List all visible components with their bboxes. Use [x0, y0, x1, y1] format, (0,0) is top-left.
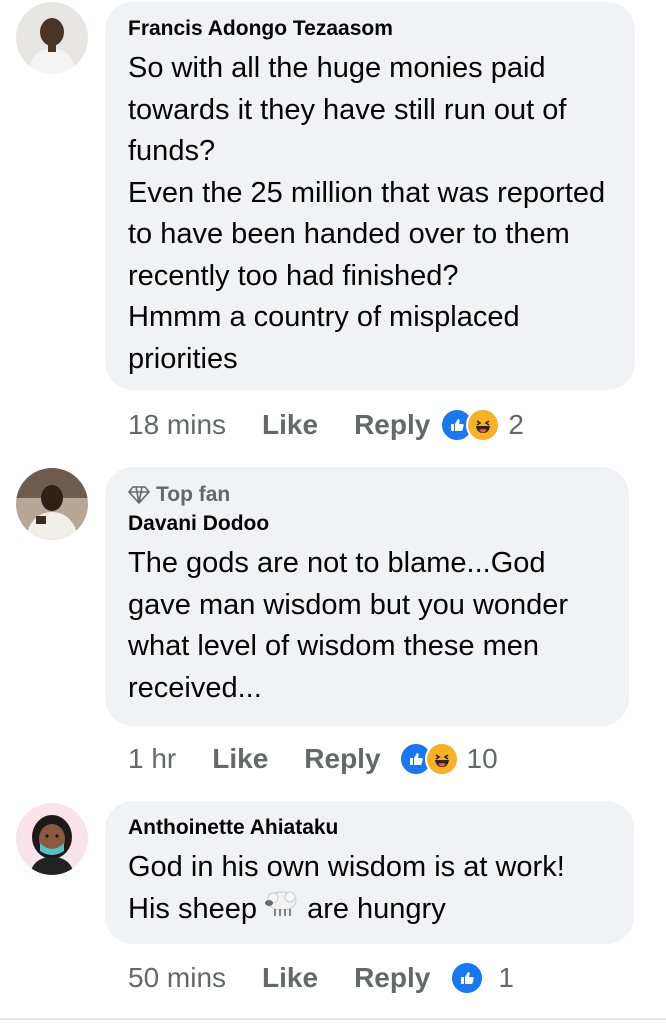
comment-text: The gods are not to blame...God gave man…: [128, 547, 569, 704]
avatar-photo-icon: [16, 2, 88, 74]
reply-button[interactable]: Reply: [304, 743, 380, 775]
avatar[interactable]: [16, 2, 88, 74]
like-icon: [450, 961, 485, 995]
like-button[interactable]: Like: [262, 409, 318, 441]
avatar[interactable]: [16, 468, 88, 540]
reaction-count: 2: [508, 409, 524, 440]
reaction-summary[interactable]: [440, 408, 501, 442]
comment-bubble: Top fan Davani Dodoo The gods are not to…: [105, 467, 629, 726]
comment-text: God in his own wisdom is at work! His sh…: [128, 847, 614, 931]
reaction-summary[interactable]: [398, 742, 459, 776]
comment-text-part: are hungry: [299, 892, 446, 925]
top-fan-label: Top fan: [156, 483, 231, 506]
like-button[interactable]: Like: [262, 962, 318, 994]
comment-actions: 50 mins Like Reply 1: [128, 958, 514, 998]
reply-button[interactable]: Reply: [354, 962, 430, 994]
haha-icon: [466, 408, 501, 442]
comment-actions: 1 hr Like Reply 10: [128, 739, 498, 779]
avatar[interactable]: [16, 803, 88, 875]
reply-button[interactable]: Reply: [354, 409, 430, 441]
avatar-cartoon-icon: [16, 803, 88, 875]
avatar-photo-icon: [16, 468, 88, 540]
like-button[interactable]: Like: [212, 743, 268, 775]
comment-time[interactable]: 18 mins: [128, 409, 226, 441]
comment-time[interactable]: 50 mins: [128, 962, 226, 994]
diamond-icon: [128, 486, 150, 504]
haha-icon: [424, 742, 459, 776]
reaction-summary[interactable]: [450, 961, 485, 995]
comment-text: So with all the huge monies paid towards…: [128, 52, 606, 375]
sheep-emoji-icon: [265, 889, 299, 932]
reaction-count: 10: [466, 743, 498, 774]
comment-bubble: Anthoinette Ahiataku God in his own wisd…: [105, 801, 634, 944]
top-fan-badge: Top fan: [128, 483, 609, 507]
divider: [0, 1018, 666, 1020]
comment-actions: 18 mins Like Reply 2: [128, 405, 524, 445]
comment-bubble: Francis Adongo Tezaasom So with all the …: [105, 2, 635, 390]
commenter-name[interactable]: Anthoinette Ahiataku: [128, 815, 614, 841]
comment-time[interactable]: 1 hr: [128, 743, 176, 775]
commenter-name[interactable]: Francis Adongo Tezaasom: [128, 16, 615, 42]
commenter-name[interactable]: Davani Dodoo: [128, 511, 609, 537]
reaction-count: 1: [498, 962, 514, 993]
